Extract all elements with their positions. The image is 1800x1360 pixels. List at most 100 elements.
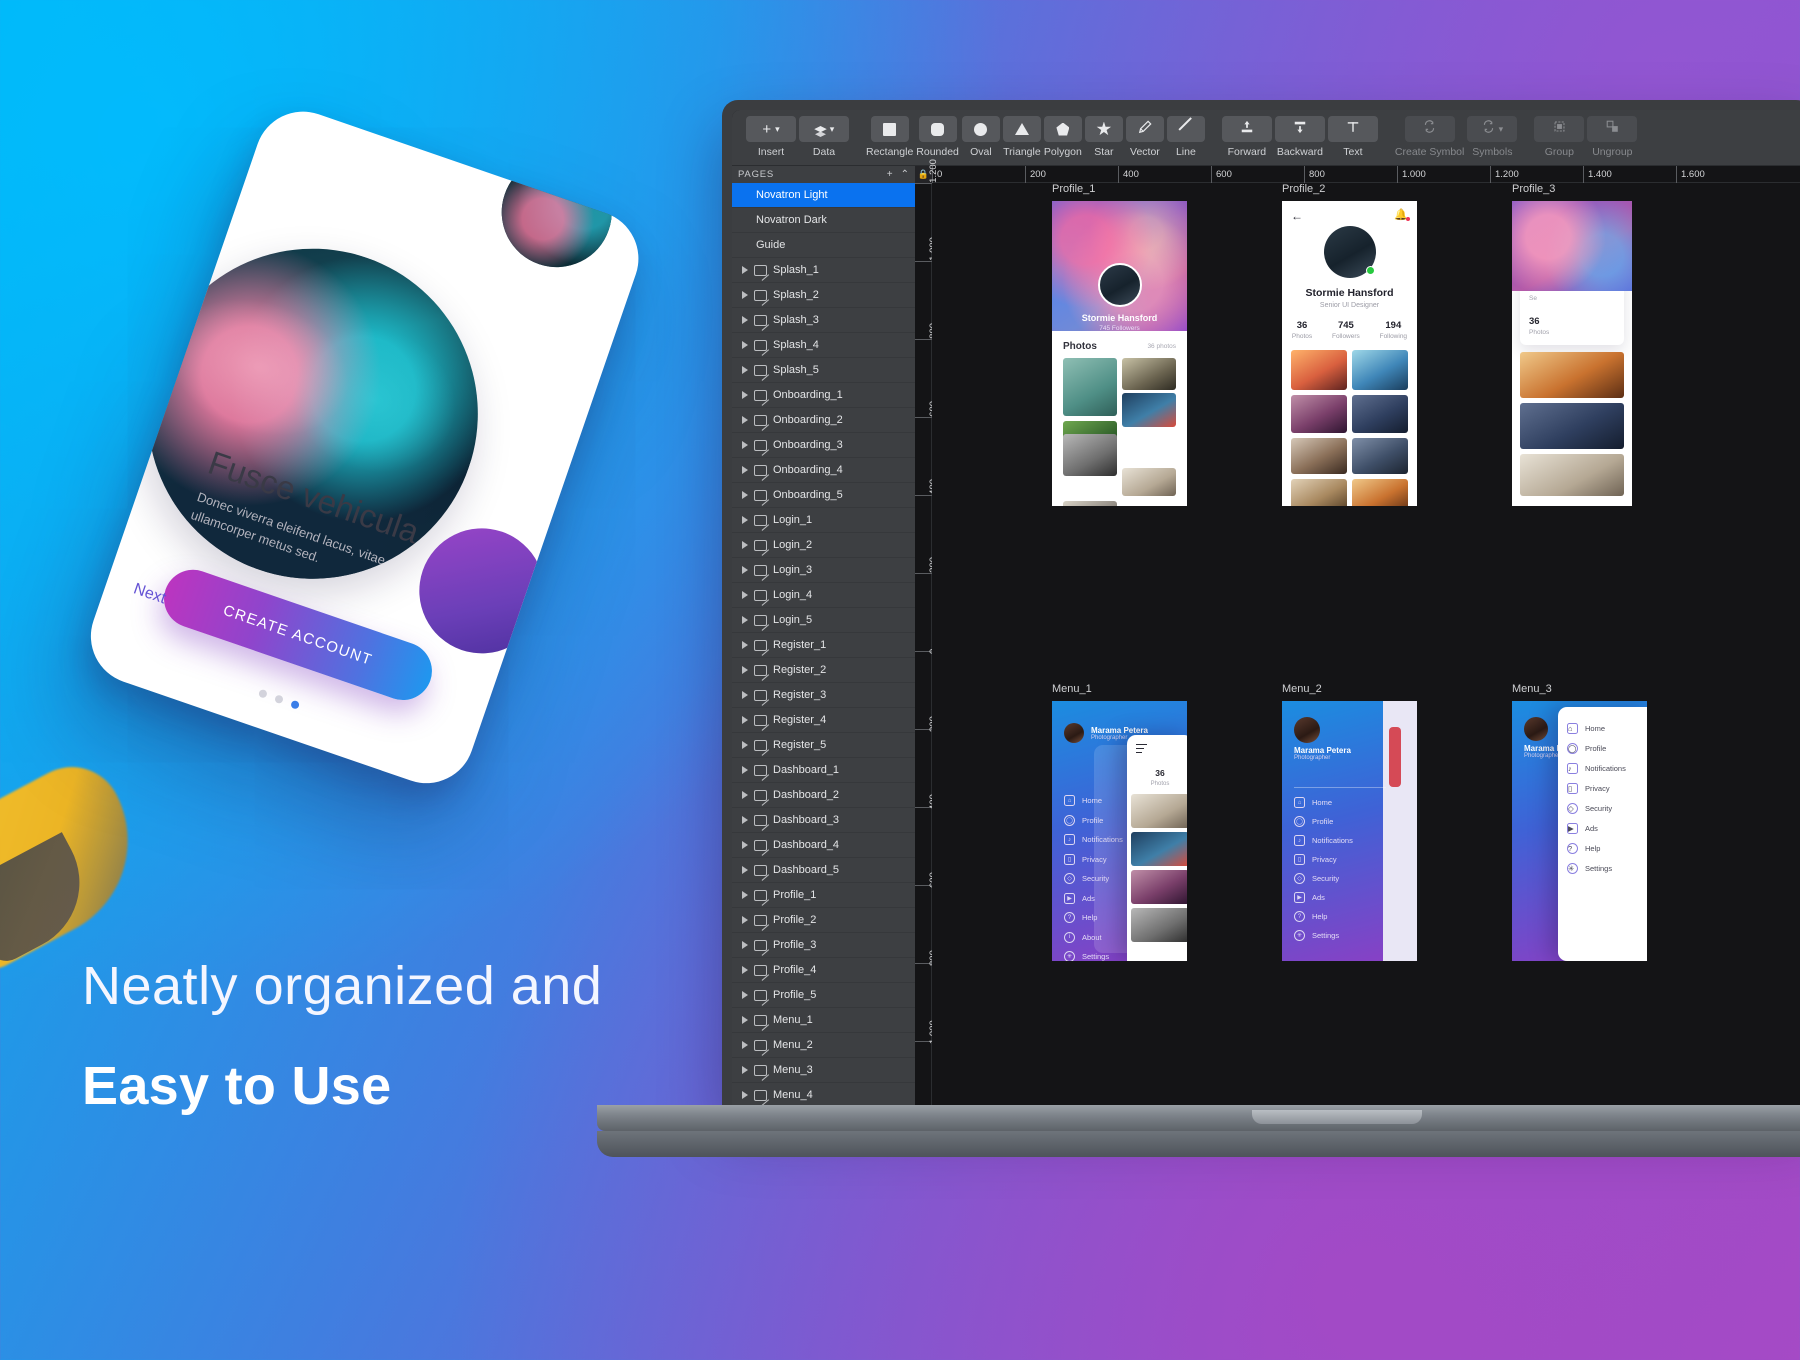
pages-list-item-menu-1[interactable]: Menu_1 [732, 1008, 915, 1033]
chevron-right-icon[interactable] [742, 991, 748, 999]
toolbar-item-symbols[interactable]: ▾ Symbols [1467, 116, 1518, 158]
photo-grid[interactable] [1282, 350, 1417, 506]
menu-item-notifications[interactable]: ♪ Notifications [1294, 835, 1353, 846]
pages-list-item-onboarding-2[interactable]: Onboarding_2 [732, 408, 915, 433]
menu-item-ads[interactable]: ▶ Ads [1567, 823, 1646, 834]
menu-item-profile[interactable]: ◯ Profile [1064, 814, 1123, 826]
chevron-right-icon[interactable] [742, 641, 748, 649]
menu-item-privacy[interactable]: ▯ Privacy [1064, 853, 1123, 865]
photo-stack[interactable] [1520, 352, 1624, 496]
chevron-right-icon[interactable] [742, 816, 748, 824]
pages-list-item-profile-2[interactable]: Profile_2 [732, 908, 915, 933]
menu-3-light-panel[interactable]: ⌂ Home ◯ Profile ♪ Notifications ▯ Privacy ◇ Secu… [1558, 707, 1647, 961]
rounded-button[interactable] [918, 116, 957, 142]
chevron-right-icon[interactable] [742, 591, 748, 599]
group-button[interactable] [1534, 116, 1585, 142]
photo-thumb[interactable] [1131, 908, 1187, 943]
pages-list-item-login-5[interactable]: Login_5 [732, 608, 915, 633]
pages-list-item-register-3[interactable]: Register_3 [732, 683, 915, 708]
chevron-right-icon[interactable] [742, 516, 748, 524]
menu-item-ads[interactable]: ▶ Ads [1294, 892, 1353, 903]
artboard-canvas[interactable]: ← 🔔 Stormie Hansford Senior UI Designer … [1282, 201, 1417, 506]
hamburger-icon[interactable] [1136, 744, 1147, 754]
chevron-right-icon[interactable] [742, 1091, 748, 1099]
oval-button[interactable] [961, 116, 1000, 142]
photo-thumb[interactable] [1131, 794, 1187, 829]
chevron-right-icon[interactable] [742, 1016, 748, 1024]
menu-item-profile[interactable]: ◯ Profile [1567, 743, 1646, 754]
pages-list-item-register-1[interactable]: Register_1 [732, 633, 915, 658]
toolbar-item-create-symbol[interactable]: Create Symbol [1395, 116, 1464, 158]
menu-item-settings[interactable]: ✳ Settings [1567, 863, 1646, 874]
artboard-profile-3[interactable]: Profile_3 Evi Se 36 Photos [1512, 183, 1632, 506]
menu-item-profile[interactable]: ◯ Profile [1294, 816, 1353, 827]
photo-thumb[interactable] [1520, 352, 1624, 398]
chevron-up-icon[interactable]: ⌃ [901, 169, 909, 180]
menu-item-home[interactable]: ⌂ Home [1294, 797, 1353, 808]
vector-button[interactable] [1125, 116, 1164, 142]
photo-thumb[interactable] [1122, 393, 1176, 427]
chevron-right-icon[interactable] [742, 841, 748, 849]
dot-3-active[interactable] [289, 699, 301, 710]
artboard-profile-1[interactable]: Profile_1 Stormie Hansford 745 Followers… [1052, 183, 1187, 506]
pages-list-item-dashboard-4[interactable]: Dashboard_4 [732, 833, 915, 858]
pages-list-item-menu-2[interactable]: Menu_2 [732, 1033, 915, 1058]
menu-item-help[interactable]: ? Help [1064, 912, 1123, 923]
pages-list-item-onboarding-3[interactable]: Onboarding_3 [732, 433, 915, 458]
pages-list-item-splash-5[interactable]: Splash_5 [732, 358, 915, 383]
toolbar-item-star[interactable]: Star [1084, 116, 1123, 158]
pages-list-item-profile-5[interactable]: Profile_5 [732, 983, 915, 1008]
bell-icon[interactable]: 🔔 [1394, 210, 1410, 221]
toolbar-item-data[interactable]: ▾ Data [799, 116, 849, 158]
menu-item-security[interactable]: ◇ Security [1567, 803, 1646, 814]
chevron-right-icon[interactable] [742, 791, 748, 799]
create-symbol-button[interactable] [1404, 116, 1455, 142]
chevron-right-icon[interactable] [742, 441, 748, 449]
pages-list[interactable]: Novatron Light Novatron Dark Guide Splash_1… [732, 183, 915, 1105]
menu-item-about[interactable]: i About [1064, 931, 1123, 943]
menu-item-privacy[interactable]: ▯ Privacy [1567, 783, 1646, 794]
arrow-left-icon[interactable]: ← [1291, 210, 1303, 222]
dot-1[interactable] [257, 688, 269, 699]
photo-thumb[interactable] [1520, 454, 1624, 496]
rectangle-button[interactable] [870, 116, 909, 142]
photo-thumb[interactable] [1291, 438, 1347, 474]
toolbar-item-vector[interactable]: Vector [1125, 116, 1164, 158]
chevron-right-icon[interactable] [742, 566, 748, 574]
photo-thumb[interactable] [1352, 479, 1408, 506]
artboard-menu-1[interactable]: Menu_1 Marama Petera Photographer ⌂ Home ◯… [1052, 683, 1187, 961]
menu-item-help[interactable]: ? Help [1567, 843, 1646, 854]
pagination-dots[interactable] [257, 688, 301, 710]
pages-list-item-profile-1[interactable]: Profile_1 [732, 883, 915, 908]
artboard-canvas[interactable]: Marama Petera Photographer ⌂ Home ◯ Profile… [1512, 701, 1647, 961]
toolbar-item-forward[interactable]: Forward [1221, 116, 1272, 158]
text-button[interactable] [1327, 116, 1378, 142]
chevron-right-icon[interactable] [742, 1041, 748, 1049]
toolbar-item-rectangle[interactable]: Rectangle [866, 116, 913, 158]
menu-item-home[interactable]: ⌂ Home [1567, 723, 1646, 734]
forward-button[interactable] [1221, 116, 1272, 142]
menu-item-notifications[interactable]: ♪ Notifications [1567, 763, 1646, 774]
artboard-profile-2[interactable]: Profile_2 ← 🔔 Stormie Hansford Senior UI… [1282, 183, 1417, 506]
menu-item-security[interactable]: ◇ Security [1064, 873, 1123, 884]
pages-list-item-profile-3[interactable]: Profile_3 [732, 933, 915, 958]
chevron-right-icon[interactable] [742, 491, 748, 499]
symbols-button[interactable]: ▾ [1467, 116, 1518, 142]
chevron-right-icon[interactable] [742, 416, 748, 424]
pages-list-item-onboarding-4[interactable]: Onboarding_4 [732, 458, 915, 483]
design-canvas[interactable]: Profile_1 Stormie Hansford 745 Followers… [932, 183, 1800, 1105]
menu-item-privacy[interactable]: ▯ Privacy [1294, 854, 1353, 865]
ungroup-button[interactable] [1587, 116, 1638, 142]
chevron-right-icon[interactable] [742, 1066, 748, 1074]
pages-list-item-login-3[interactable]: Login_3 [732, 558, 915, 583]
overlay-thumbs[interactable] [1127, 794, 1187, 943]
line-button[interactable] [1166, 116, 1205, 142]
artboard-canvas[interactable]: Stormie Hansford 745 Followers Photos 36… [1052, 201, 1187, 506]
pages-list-item-novatron light[interactable]: Novatron Light [732, 183, 915, 208]
toolbar-item-text[interactable]: Text [1327, 116, 1378, 158]
pages-list-item-login-2[interactable]: Login_2 [732, 533, 915, 558]
photo-thumb[interactable] [1291, 395, 1347, 433]
menu-overlay-card[interactable]: 36 Photos [1127, 735, 1187, 961]
menu-item-settings[interactable]: ✳ Settings [1064, 951, 1123, 961]
artboard-canvas[interactable]: Evi Se 36 Photos [1512, 201, 1632, 506]
